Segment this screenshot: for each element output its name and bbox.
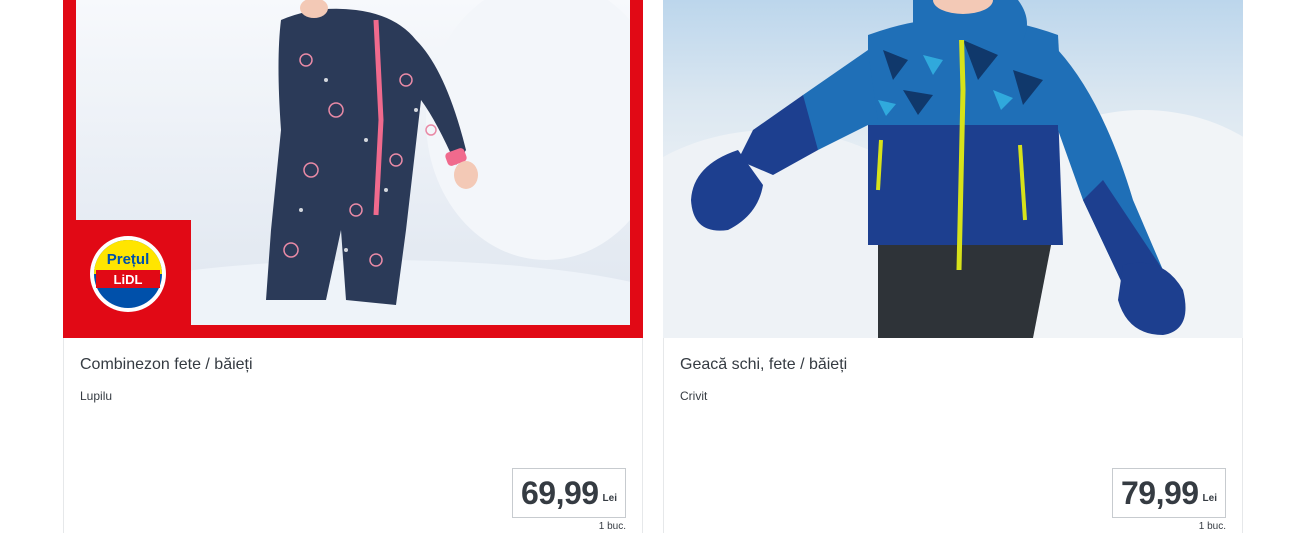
price-box: 69,99 Lei (511, 468, 626, 518)
product-brand: Lupilu (80, 389, 113, 403)
product-title[interactable]: Combinezon fete / băieți (80, 356, 253, 374)
price-unit: 1 buc. (598, 521, 626, 532)
price-unit: 1 buc. (1198, 521, 1226, 532)
badge-text-bottom: LiDL (114, 272, 143, 287)
product-card[interactable]: Geacă schi, fete / băieți Crivit 79,99 L… (663, 0, 1243, 533)
badge-text-top: Prețul (107, 251, 150, 268)
product-image[interactable]: Prețul LiDL (63, 0, 643, 338)
price-value: 69,99 (520, 474, 599, 511)
price-currency: Lei (602, 492, 617, 504)
price-value: 79,99 (1120, 474, 1199, 511)
product-image[interactable] (663, 0, 1243, 338)
product-brand: Crivit (680, 389, 708, 403)
product-grid: Prețul LiDL Combinezon fete / băieți Lup… (0, 0, 1297, 533)
lidl-price-badge-icon: Prețul LiDL (88, 234, 168, 314)
product-card[interactable]: Prețul LiDL Combinezon fete / băieți Lup… (63, 0, 643, 533)
price-currency: Lei (1202, 492, 1217, 504)
product-title[interactable]: Geacă schi, fete / băieți (680, 356, 847, 374)
price-box: 79,99 Lei (1111, 468, 1226, 518)
